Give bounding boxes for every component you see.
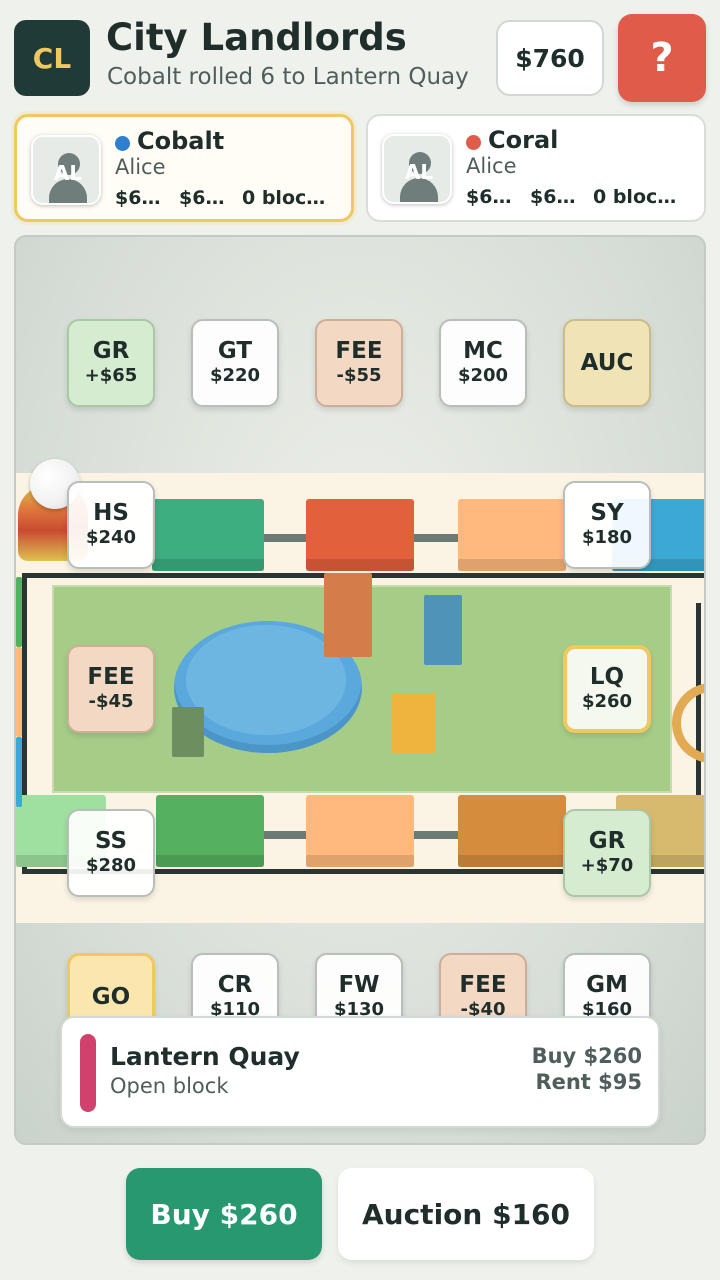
tile-fee-left[interactable]: FEE -$45 — [67, 645, 155, 733]
player-color-dot — [466, 135, 481, 150]
tile-auction[interactable]: AUC — [563, 319, 651, 407]
tile-ss[interactable]: SS $280 — [67, 809, 155, 897]
tile-lantern-quay[interactable]: LQ $260 — [563, 645, 651, 733]
player-worth: $6… — [530, 186, 576, 208]
tile-gt[interactable]: GT $220 — [191, 319, 279, 407]
player-owner: Alice — [115, 155, 166, 179]
building-block — [458, 499, 566, 571]
park-structure — [172, 707, 204, 757]
player-cash: $6… — [466, 186, 512, 208]
tile-gr-right[interactable]: GR +$70 — [563, 809, 651, 897]
player-blocks: 0 bloc… — [593, 186, 677, 208]
property-buy-price: Buy $260 — [531, 1044, 642, 1068]
tile-gr-top[interactable]: GR +$65 — [67, 319, 155, 407]
player-blocks: 0 bloc… — [242, 187, 326, 209]
page-title: City Landlords — [106, 16, 407, 59]
property-rent: Rent $95 — [535, 1070, 642, 1094]
park-structure — [392, 693, 436, 753]
player-card-coral[interactable]: AL Coral Alice $6… $6… 0 bloc… — [366, 114, 706, 222]
property-status: Open block — [110, 1074, 229, 1098]
buy-button[interactable]: Buy $260 — [126, 1168, 322, 1260]
player-color-dot — [115, 136, 130, 151]
player-cash: $6… — [115, 187, 161, 209]
park-structure — [324, 573, 372, 657]
tile-mc[interactable]: MC $200 — [439, 319, 527, 407]
tile-fee-top[interactable]: FEE -$55 — [315, 319, 403, 407]
building-block — [306, 795, 414, 867]
avatar: AL — [31, 135, 101, 205]
building-block — [156, 795, 264, 867]
game-status-text: Cobalt rolled 6 to Lantern Quay — [107, 64, 469, 90]
player-card-cobalt[interactable]: AL Cobalt Alice $6… $6… 0 bloc… — [14, 114, 354, 222]
avatar-initials: AL — [404, 160, 434, 184]
avatar-initials: AL — [53, 161, 83, 185]
property-name: Lantern Quay — [110, 1042, 300, 1071]
property-info-panel: Lantern Quay Open block Buy $260 Rent $9… — [60, 1016, 660, 1128]
help-button[interactable]: ? — [618, 14, 706, 102]
park-structure — [424, 595, 462, 665]
player-name: Cobalt — [137, 127, 225, 155]
tile-hs[interactable]: HS $240 — [67, 481, 155, 569]
building-block — [152, 499, 264, 571]
player-owner: Alice — [466, 154, 517, 178]
player-name: Coral — [488, 126, 559, 154]
player-worth: $6… — [179, 187, 225, 209]
building-block — [458, 795, 566, 867]
tile-sy[interactable]: SY $180 — [563, 481, 651, 569]
avatar: AL — [382, 134, 452, 204]
building-block — [306, 499, 414, 571]
cash-display[interactable]: $760 — [496, 20, 604, 96]
app-logo: CL — [14, 20, 90, 96]
auction-button[interactable]: Auction $160 — [338, 1168, 594, 1260]
property-color-bar — [80, 1034, 96, 1112]
